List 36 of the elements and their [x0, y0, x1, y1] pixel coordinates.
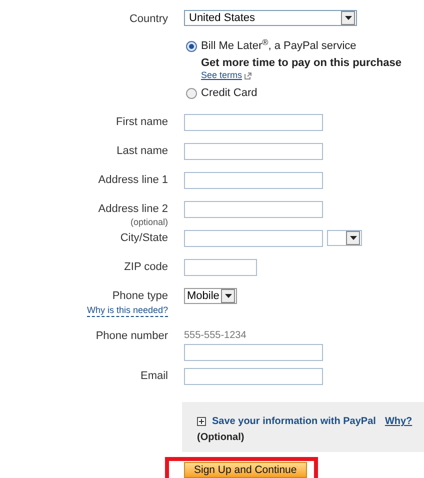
city-field[interactable]: [184, 230, 323, 247]
field-label: ZIP code: [124, 260, 168, 274]
field-label: First name: [116, 115, 168, 129]
text-field[interactable]: [184, 201, 323, 218]
zip-field[interactable]: [184, 259, 257, 276]
optional-note: (optional): [130, 216, 168, 228]
radio-button[interactable]: [186, 88, 197, 98]
format-hint: 555-555-1234: [184, 329, 248, 342]
why-link[interactable]: Why?: [384, 414, 412, 429]
help-link[interactable]: Why is this needed?: [86, 304, 168, 317]
expand-icon[interactable]: [197, 417, 206, 426]
field-label: Phone number: [96, 329, 168, 343]
radio-label: Credit Card: [201, 86, 258, 101]
terms-link[interactable]: See terms: [201, 70, 242, 81]
text-field[interactable]: [184, 344, 323, 361]
field-label: Phone type: [112, 289, 168, 303]
text-field[interactable]: [184, 114, 323, 131]
text-field[interactable]: [184, 143, 323, 160]
field-label: Last name: [116, 144, 168, 158]
sign-up-button[interactable]: Sign Up and Continue: [184, 462, 307, 478]
country-select[interactable]: United States: [184, 10, 357, 26]
promo-text: Get more time to pay on this purchase: [201, 57, 402, 70]
state-select[interactable]: [327, 230, 362, 246]
radio-button[interactable]: [186, 40, 197, 52]
field-label: Email: [140, 369, 168, 383]
field-label: Address line 1: [98, 173, 168, 187]
text-field[interactable]: [184, 368, 323, 385]
field-label: Country: [129, 12, 168, 26]
save-info-title[interactable]: Save your information with PayPal: [212, 414, 376, 429]
optional-note: (Optional): [197, 431, 246, 445]
field-label: Address line 2: [98, 202, 168, 216]
radio-label: Bill Me Later$^{®}$, a PayPal service: [201, 38, 356, 54]
field-label: City/State: [120, 231, 168, 245]
text-field[interactable]: [184, 172, 323, 189]
external-link-icon: [244, 72, 252, 80]
phone-type-select[interactable]: Mobile: [184, 288, 238, 304]
